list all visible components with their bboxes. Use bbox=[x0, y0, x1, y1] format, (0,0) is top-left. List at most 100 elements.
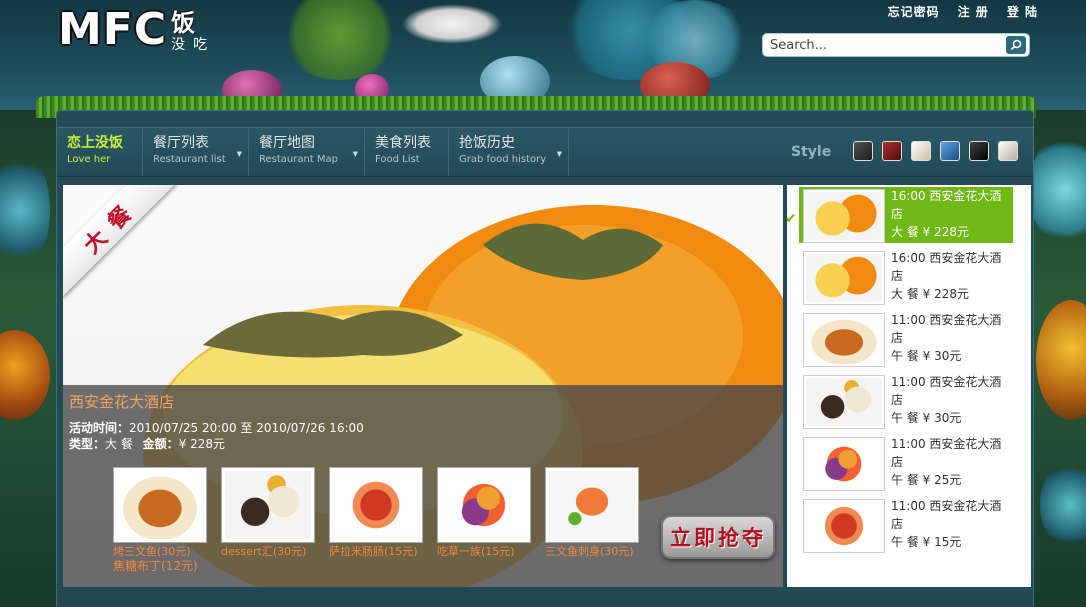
nav-item-label: 餐厅列表 bbox=[153, 135, 209, 151]
dish-item: 吃草一族(15元) bbox=[437, 467, 531, 573]
register-link[interactable]: 注 册 bbox=[958, 3, 989, 20]
deal-meta: 类型：大 餐 金额：¥ 228元 bbox=[69, 435, 225, 452]
main-panel: 恋上没饭 Love her 餐厅列表 Restaurant list ▼ 餐厅地… bbox=[56, 110, 1034, 607]
footer-bar bbox=[57, 591, 1033, 607]
deal-thumbnail bbox=[803, 189, 885, 243]
deal-photo bbox=[806, 254, 882, 302]
deal-text: 11:00 西安金花大酒店 午 餐 ¥ 30元 bbox=[891, 373, 1013, 427]
deal-photo bbox=[806, 378, 882, 426]
dish-photo bbox=[225, 471, 311, 539]
amount-label: 金额： bbox=[142, 437, 179, 451]
deal-list-item[interactable]: ✔ 16:00 西安金花大酒店 大 餐 ¥ 228元 bbox=[785, 187, 1013, 243]
nav-item-restaurant-map[interactable]: 餐厅地图 Restaurant Map ▼ bbox=[249, 128, 365, 176]
dish-item: dessert汇(30元) bbox=[221, 467, 315, 573]
search-box bbox=[762, 33, 1030, 57]
deal-list-item[interactable]: 11:00 西安金花大酒店 午 餐 ¥ 15元 bbox=[799, 497, 1013, 553]
dish-item: 萨拉米肠肠(15元) bbox=[329, 467, 423, 573]
grab-now-label: 立即抢夺 bbox=[670, 526, 766, 550]
dish-item: 烤三文鱼(30元) 焦糖布丁(12元) bbox=[113, 467, 207, 573]
dish-thumbnail[interactable] bbox=[221, 467, 315, 543]
style-swatch-3[interactable] bbox=[911, 141, 931, 161]
nav-item-sublabel: Restaurant list bbox=[153, 154, 226, 165]
deal-line2: 大 餐 ¥ 228元 bbox=[891, 225, 969, 239]
deal-list-item[interactable]: 16:00 西安金花大酒店 大 餐 ¥ 228元 bbox=[799, 249, 1013, 305]
grab-now-button[interactable]: 立即抢夺 bbox=[661, 515, 775, 559]
deal-photo bbox=[806, 502, 882, 550]
nav-item-label: 美食列表 bbox=[375, 135, 431, 151]
nav-item-sublabel: Love her bbox=[67, 154, 111, 165]
logo-side: 饭 没吃 bbox=[171, 10, 215, 54]
style-swatch-4[interactable] bbox=[940, 141, 960, 161]
chevron-down-icon: ▼ bbox=[352, 150, 358, 158]
deal-line1: 16:00 西安金花大酒店 bbox=[891, 189, 1002, 221]
style-label: Style bbox=[791, 144, 832, 160]
forgot-password-link[interactable]: 忘记密码 bbox=[888, 3, 940, 20]
nav-item-sublabel: Food List bbox=[375, 154, 420, 165]
nav-item-sublabel: Restaurant Map bbox=[259, 154, 339, 165]
chevron-down-icon: ▼ bbox=[236, 150, 242, 158]
deal-thumbnail bbox=[803, 251, 885, 305]
deal-text: 16:00 西安金花大酒店 大 餐 ¥ 228元 bbox=[891, 249, 1013, 303]
deal-title[interactable]: 西安金花大酒店 bbox=[69, 391, 174, 412]
nav-item-grab-history[interactable]: 抢饭历史 Grab food history ▼ bbox=[449, 128, 569, 176]
deal-photo bbox=[806, 316, 882, 364]
style-swatches bbox=[853, 141, 1018, 161]
dish-thumbnail[interactable] bbox=[545, 467, 639, 543]
deal-time: 活动时间：2010/07/25 20:00 至 2010/07/26 16:00 bbox=[69, 419, 364, 436]
search-icon bbox=[1010, 39, 1022, 51]
dish-thumbnails: 烤三文鱼(30元) 焦糖布丁(12元) dessert汇(30元) 萨拉米肠肠(… bbox=[113, 467, 639, 573]
deal-text: 16:00 西安金花大酒店 大 餐 ¥ 228元 bbox=[891, 187, 1013, 241]
dish-label[interactable]: 吃草一族(15元) bbox=[437, 545, 531, 559]
nav-item-sublabel: Grab food history bbox=[459, 154, 547, 165]
deal-line1: 11:00 西安金花大酒店 bbox=[891, 313, 1002, 345]
dish-item: 三文鱼刺身(30元) bbox=[545, 467, 639, 573]
deal-text: 11:00 西安金花大酒店 午 餐 ¥ 15元 bbox=[891, 497, 1013, 551]
deal-thumbnail bbox=[803, 375, 885, 429]
deal-line2: 午 餐 ¥ 30元 bbox=[891, 349, 962, 363]
deal-text: 11:00 西安金花大酒店 午 餐 ¥ 25元 bbox=[891, 435, 1013, 489]
nav-item-label: 恋上没饭 bbox=[67, 135, 123, 151]
style-swatch-1[interactable] bbox=[853, 141, 873, 161]
dish-label[interactable]: 焦糖布丁(12元) bbox=[113, 559, 207, 573]
chevron-down-icon: ▼ bbox=[556, 150, 562, 158]
check-icon: ✔ bbox=[785, 211, 797, 227]
style-swatch-5[interactable] bbox=[969, 141, 989, 161]
deal-line1: 16:00 西安金花大酒店 bbox=[891, 251, 1002, 283]
search-button[interactable] bbox=[1006, 36, 1026, 54]
dish-thumbnail[interactable] bbox=[437, 467, 531, 543]
site-logo[interactable]: MFC 饭 没吃 bbox=[58, 6, 215, 54]
style-swatch-6[interactable] bbox=[998, 141, 1018, 161]
deal-line1: 11:00 西安金花大酒店 bbox=[891, 499, 1002, 531]
dish-thumbnail[interactable] bbox=[329, 467, 423, 543]
dish-label[interactable]: 烤三文鱼(30元) bbox=[113, 545, 207, 559]
deal-list-item[interactable]: 11:00 西安金花大酒店 午 餐 ¥ 30元 bbox=[799, 373, 1013, 429]
logo-sub: 没吃 bbox=[171, 37, 216, 53]
time-label: 活动时间： bbox=[69, 421, 130, 435]
logo-text: MFC bbox=[58, 4, 168, 55]
dish-photo bbox=[333, 471, 419, 539]
nav-item-love-her[interactable]: 恋上没饭 Love her bbox=[57, 128, 143, 176]
dish-label[interactable]: dessert汇(30元) bbox=[221, 545, 315, 559]
nav-item-label: 餐厅地图 bbox=[259, 135, 315, 151]
dish-thumbnail[interactable] bbox=[113, 467, 207, 543]
nav-item-food-list[interactable]: 美食列表 Food List bbox=[365, 128, 449, 176]
deal-list: ✔ 16:00 西安金花大酒店 大 餐 ¥ 228元 16:00 西安金花大酒店… bbox=[785, 185, 1031, 587]
deal-thumbnail bbox=[803, 499, 885, 553]
deal-thumbnail bbox=[803, 313, 885, 367]
deal-line1: 11:00 西安金花大酒店 bbox=[891, 437, 1002, 469]
dish-label[interactable]: 三文鱼刺身(30元) bbox=[545, 545, 639, 559]
login-link[interactable]: 登 陆 bbox=[1007, 3, 1038, 20]
dish-label[interactable]: 萨拉米肠肠(15元) bbox=[329, 545, 423, 559]
deal-thumbnail bbox=[803, 437, 885, 491]
search-input[interactable] bbox=[763, 35, 1006, 55]
nav-item-restaurant-list[interactable]: 餐厅列表 Restaurant list ▼ bbox=[143, 128, 249, 176]
deal-line2: 午 餐 ¥ 30元 bbox=[891, 411, 962, 425]
deal-list-item[interactable]: 11:00 西安金花大酒店 午 餐 ¥ 25元 bbox=[799, 435, 1013, 491]
deal-line1: 11:00 西安金花大酒店 bbox=[891, 375, 1002, 407]
deal-line2: 午 餐 ¥ 25元 bbox=[891, 473, 962, 487]
deal-list-item[interactable]: 11:00 西安金花大酒店 午 餐 ¥ 30元 bbox=[799, 311, 1013, 367]
deal-photo bbox=[806, 440, 882, 488]
deal-line2: 大 餐 ¥ 228元 bbox=[891, 287, 969, 301]
main-nav: 恋上没饭 Love her 餐厅列表 Restaurant list ▼ 餐厅地… bbox=[57, 127, 1033, 177]
style-swatch-2[interactable] bbox=[882, 141, 902, 161]
